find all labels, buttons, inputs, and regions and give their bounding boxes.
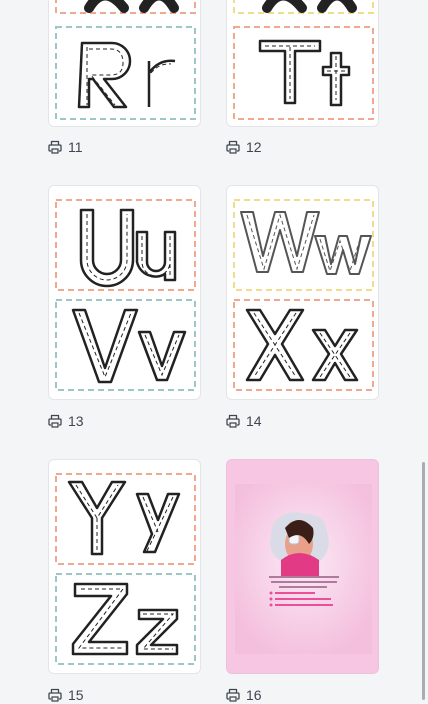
page-label-16: 16 [226, 686, 262, 704]
page-thumbnail-13[interactable] [48, 185, 201, 400]
page-label-14: 14 [226, 412, 262, 430]
page-label-11: 11 [48, 138, 83, 156]
page-number: 11 [68, 139, 83, 155]
page-thumbnail-11[interactable] [48, 0, 201, 127]
page-number: 13 [68, 413, 84, 429]
printer-icon [226, 140, 240, 154]
page-label-12: 12 [226, 138, 262, 156]
page-number: 15 [68, 687, 84, 703]
page-thumbnail-16[interactable] [226, 459, 379, 674]
page-thumbnail-15[interactable] [48, 459, 201, 674]
printer-icon [48, 414, 62, 428]
page-thumbnail-14[interactable] [226, 185, 379, 400]
page-label-13: 13 [48, 412, 84, 430]
page-number: 14 [246, 413, 262, 429]
printer-icon [226, 414, 240, 428]
page-number: 16 [246, 687, 262, 703]
printer-icon [48, 140, 62, 154]
page-thumbnail-12[interactable] [226, 0, 379, 127]
page-number: 12 [246, 139, 262, 155]
scrollbar-thumb[interactable] [422, 462, 425, 700]
page-label-15: 15 [48, 686, 84, 704]
